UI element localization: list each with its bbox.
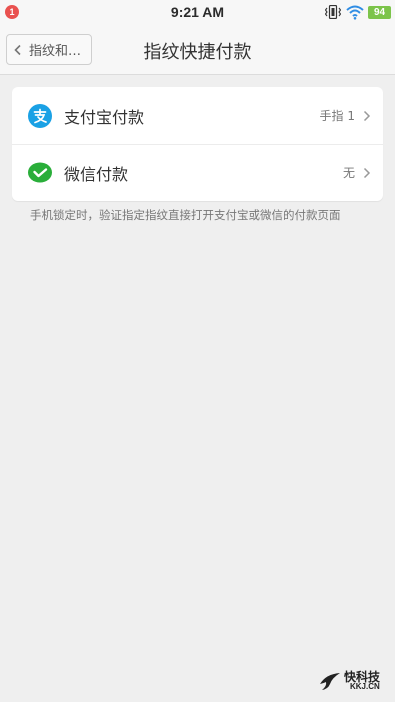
list-item-wechat[interactable]: 微信付款 无 <box>12 144 383 201</box>
chevron-right-icon <box>363 167 371 178</box>
chevron-right-icon <box>363 110 371 121</box>
title-bar: 指纹和… 指纹快捷付款 <box>0 25 395 75</box>
payment-options-card: 支付宝付款 手指 1 微信付款 无 <box>12 87 383 201</box>
row-label: 支付宝付款 <box>64 107 145 127</box>
row-label: 微信付款 <box>64 164 129 184</box>
alipay-icon <box>28 103 52 128</box>
battery-icon: 94 <box>368 6 391 19</box>
row-value: 无 <box>342 166 355 180</box>
page-title: 指纹快捷付款 <box>143 42 252 63</box>
kkj-logo-icon <box>320 673 340 690</box>
watermark-domain: KKJ.CN <box>350 682 380 691</box>
list-item-alipay[interactable]: 支付宝付款 手指 1 <box>12 87 383 144</box>
wechat-pay-icon <box>28 162 52 182</box>
status-bar: 1 9:21 AM 94 <box>0 0 395 25</box>
wifi-icon <box>346 5 364 20</box>
description-text: 手机锁定时，验证指定指纹直接打开支付宝或微信的付款页面 <box>30 208 341 222</box>
vibrate-icon <box>325 5 341 19</box>
watermark: 快科技 KKJ.CN <box>318 668 390 694</box>
row-value: 手指 1 <box>319 109 355 123</box>
